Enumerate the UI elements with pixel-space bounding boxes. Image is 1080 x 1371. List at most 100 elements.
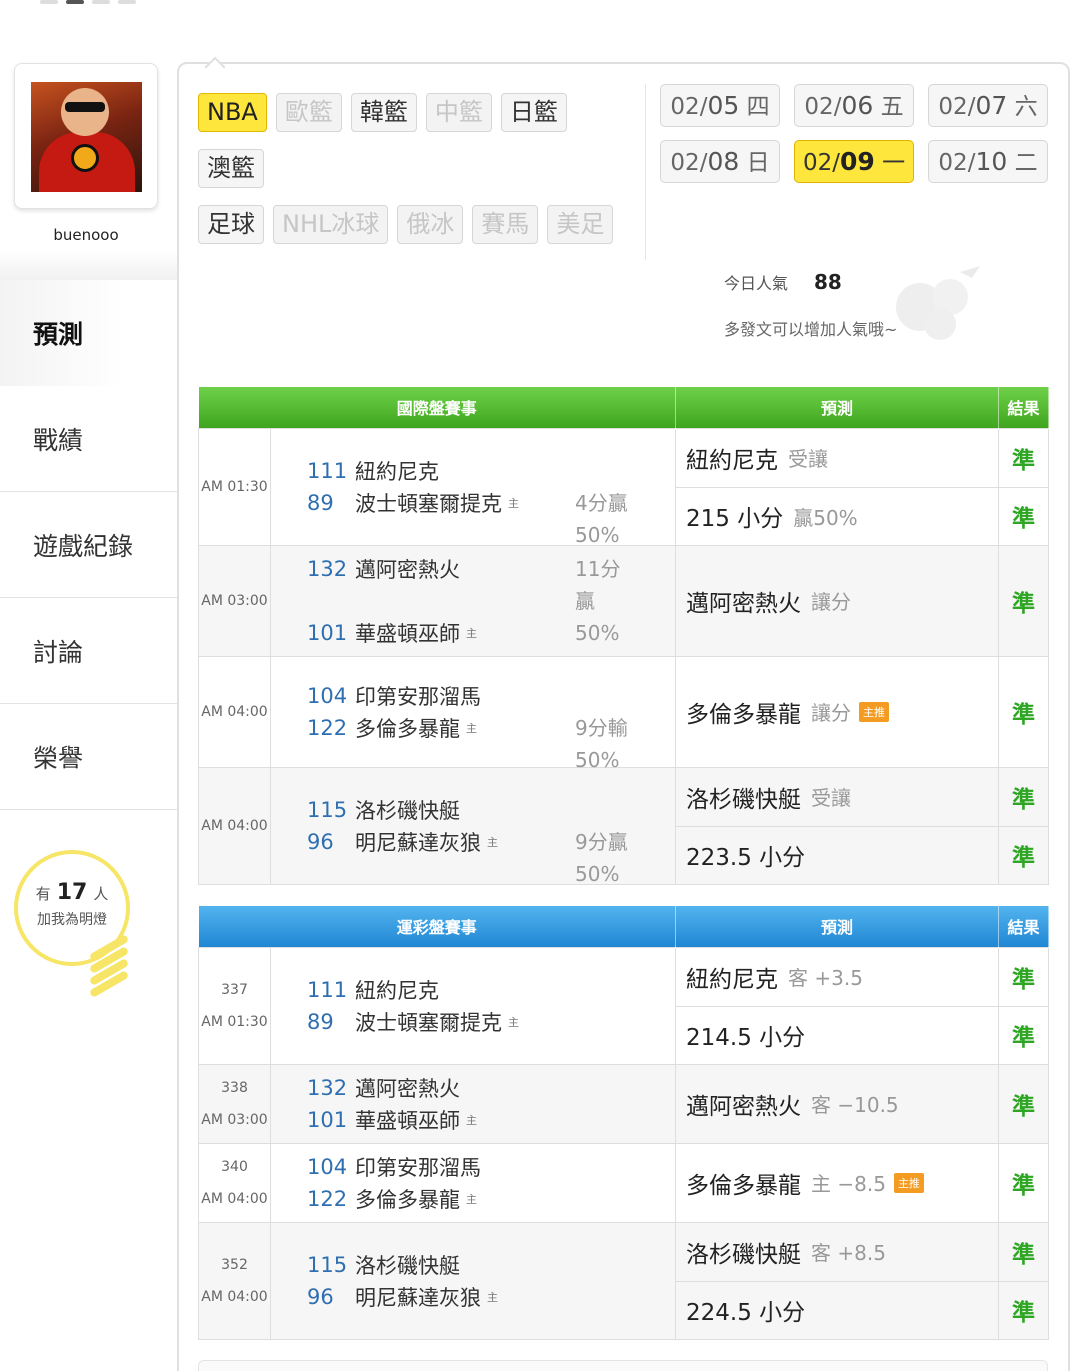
league-button[interactable]: 澳籃: [198, 149, 264, 188]
username[interactable]: buenooo: [0, 226, 172, 244]
home-score: 122: [307, 715, 348, 740]
prediction-cell: 洛杉磯快艇 受讓 223.5 小分: [675, 766, 1000, 885]
result-margin: 9分輸: [575, 715, 628, 740]
lamp-cta: 加我為明燈: [37, 912, 107, 928]
home-mark: 主: [487, 835, 498, 849]
date-button[interactable]: 02/08 日: [660, 140, 780, 183]
home-team[interactable]: 華盛頓巫師: [355, 618, 460, 648]
prediction-detail: 讓分: [811, 701, 852, 725]
home-score: 101: [307, 1107, 348, 1132]
date-day: 10: [975, 147, 1008, 176]
date-weekday: 一: [882, 150, 906, 176]
table-row: AM 04:00 104 印第安那溜馬 122 多倫多暴龍主 9分輸 50% 多倫多暴龍 讓分主…: [198, 655, 1050, 772]
league-button[interactable]: 賽馬: [472, 205, 539, 244]
home-team[interactable]: 波士頓塞爾提克: [355, 1007, 502, 1037]
avatar[interactable]: [31, 82, 142, 192]
result-cell: 準準: [998, 946, 1050, 1065]
sidebar-item-discussion[interactable]: 討論: [0, 598, 178, 704]
sidebar-nav: 預測 戰績 遊戲紀錄 討論 榮譽: [0, 280, 178, 810]
result-status: 準: [1012, 447, 1036, 474]
home-mark: 主: [466, 721, 477, 735]
league-button[interactable]: NHL冰球: [273, 205, 389, 244]
home-mark: 主: [466, 1192, 477, 1206]
away-team[interactable]: 印第安那溜馬: [355, 681, 481, 711]
prediction-pick: 紐約尼克: [686, 447, 779, 474]
date-day: 06: [841, 91, 874, 120]
prediction-pick: 多倫多暴龍: [686, 701, 802, 728]
home-team[interactable]: 多倫多暴龍: [355, 1184, 460, 1214]
avatar-card[interactable]: [14, 63, 158, 209]
table-header-games: 國際盤賽事: [198, 387, 677, 428]
league-button[interactable]: 足球: [198, 205, 264, 244]
page-dot: [92, 0, 110, 4]
home-team[interactable]: 明尼蘇達灰狼: [355, 827, 481, 857]
prediction-cell: 多倫多暴龍 讓分 主推: [675, 655, 1000, 768]
date-month: 02/: [804, 94, 842, 120]
result-margin: 11分贏: [575, 556, 621, 613]
game-result: 9分贏 50%: [575, 826, 639, 890]
matchup-cell: 104 印第安那溜馬 122 多倫多暴龍主: [269, 1142, 677, 1223]
away-team[interactable]: 紐約尼克: [355, 975, 439, 1005]
prediction-detail: 客 +3.5: [788, 966, 863, 991]
game-time-cell: AM 04:00: [198, 766, 271, 885]
league-button[interactable]: 中籃: [425, 93, 492, 132]
result-percent: 50%: [575, 861, 620, 886]
prediction-detail: 受讓: [788, 447, 829, 472]
prediction-cell: 邁阿密熱火客 −10.5: [675, 1063, 1000, 1144]
matchup: 104 印第安那溜馬 122 多倫多暴龍主: [307, 1151, 675, 1215]
game-number: 337: [221, 981, 248, 998]
away-team[interactable]: 邁阿密熱火: [355, 554, 460, 584]
home-mark: 主: [466, 1113, 477, 1127]
sidebar-item-honor[interactable]: 榮譽: [0, 704, 178, 810]
home-score: 101: [307, 620, 348, 645]
date-button[interactable]: 02/10 二: [928, 140, 1048, 183]
sidebar-item-record[interactable]: 戰績: [0, 386, 178, 492]
home-team[interactable]: 多倫多暴龍: [355, 713, 460, 743]
away-score: 111: [307, 977, 348, 1002]
away-team[interactable]: 印第安那溜馬: [355, 1152, 481, 1182]
date-button[interactable]: 02/06 五: [794, 84, 914, 127]
bulb-icon: [88, 934, 130, 998]
prediction-detail: 主 −8.5: [811, 1172, 886, 1196]
table-row: AM 01:30 111 紐約尼克 89 波士頓塞爾提克主 4分贏 50% 紐約尼克 受讓 215…: [198, 427, 1050, 547]
result-status: 準: [1012, 701, 1036, 728]
away-team[interactable]: 洛杉磯快艇: [355, 1250, 460, 1280]
away-team[interactable]: 紐約尼克: [355, 456, 439, 486]
home-team[interactable]: 明尼蘇達灰狼: [355, 1282, 481, 1312]
date-button[interactable]: 02/07 六: [928, 84, 1048, 127]
table-header-games: 運彩盤賽事: [198, 906, 677, 947]
league-row: NBA 歐籃 韓籃 中籃 日籃: [198, 93, 638, 132]
sidebar-item-game-history[interactable]: 遊戲紀錄: [0, 492, 178, 598]
avatar-head-shape: [61, 88, 109, 136]
date-button[interactable]: 02/09 一: [794, 140, 914, 183]
prediction-cell: 紐約尼克客 +3.5 214.5 小分: [675, 946, 1000, 1065]
game-number: 352: [221, 1256, 248, 1273]
result-status: 準: [999, 487, 1049, 545]
league-button[interactable]: 日籃: [500, 93, 567, 132]
page-indicator: [40, 0, 136, 4]
home-team[interactable]: 波士頓塞爾提克: [355, 488, 502, 518]
sidebar-item-predict[interactable]: 預測: [0, 280, 178, 386]
home-team[interactable]: 華盛頓巫師: [355, 1105, 460, 1135]
away-team-row: 115 洛杉磯快艇: [307, 1249, 675, 1281]
league-button[interactable]: NBA: [198, 93, 267, 132]
league-button[interactable]: 韓籃: [350, 93, 417, 132]
league-button[interactable]: 美足: [547, 205, 614, 244]
prediction-line: 223.5 小分: [676, 826, 999, 884]
league-button[interactable]: 歐籃: [275, 93, 342, 132]
game-time: AM 04:00: [201, 1288, 268, 1305]
away-team[interactable]: 邁阿密熱火: [355, 1073, 460, 1103]
home-score: 89: [307, 1009, 334, 1034]
prediction-pick: 223.5 小分: [686, 845, 806, 872]
home-score: 96: [307, 1284, 334, 1309]
prediction-line: 洛杉磯快艇客 +8.5: [676, 1223, 998, 1282]
date-button[interactable]: 02/05 四: [660, 84, 780, 127]
table-row: AM 03:00 132 邁阿密熱火 101 華盛頓巫師主 11分贏 50% 邁阿密熱火 讓分準: [198, 544, 1050, 657]
result-status: 準: [999, 1006, 1049, 1064]
away-team[interactable]: 洛杉磯快艇: [355, 795, 460, 825]
result-cell: 準準: [998, 1221, 1050, 1340]
game-time: AM 04:00: [201, 703, 268, 720]
league-button[interactable]: 俄冰: [397, 205, 464, 244]
popularity-hint: 多發文可以增加人氣哦~: [724, 320, 898, 339]
game-result: 4分贏 50%: [575, 487, 639, 551]
